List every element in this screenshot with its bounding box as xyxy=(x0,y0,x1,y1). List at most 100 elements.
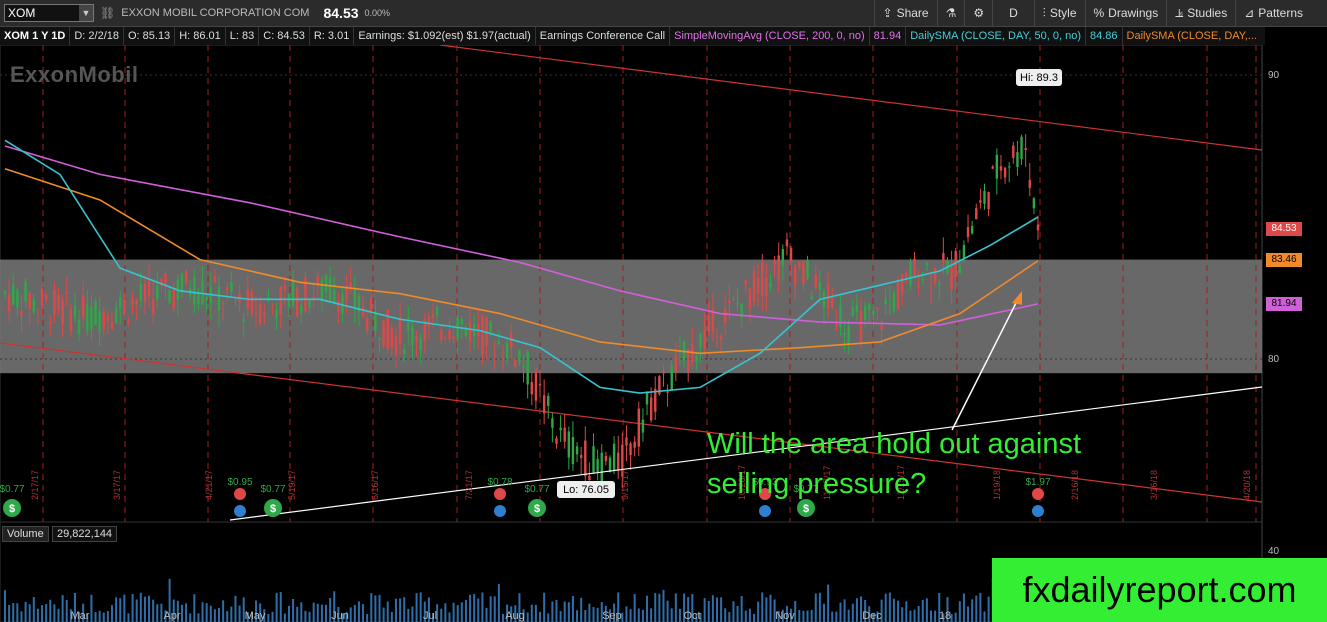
volume-bar xyxy=(501,613,504,622)
candle-body xyxy=(789,248,793,262)
studies-button[interactable]: ⫡ Studies xyxy=(1166,0,1235,26)
volume-bar xyxy=(580,597,583,622)
volume-bar xyxy=(703,598,706,622)
candle-body xyxy=(98,311,101,332)
volume-bar xyxy=(473,594,476,622)
volume-bar xyxy=(16,603,19,622)
candle-body xyxy=(843,333,846,336)
candle-body xyxy=(131,298,134,306)
candle-body xyxy=(20,311,23,317)
candle-icon: ⫶ xyxy=(1042,5,1046,20)
link-icon[interactable]: ⛓ xyxy=(100,6,115,20)
candle-body xyxy=(896,281,900,310)
candle-body xyxy=(49,322,52,325)
volume-bar xyxy=(32,596,35,622)
candle-body xyxy=(370,297,373,313)
share-button[interactable]: ⇪ Share xyxy=(873,0,937,26)
candle-body xyxy=(818,282,822,290)
volume-bar xyxy=(267,613,270,622)
volume-bar xyxy=(884,593,887,622)
volume-bar xyxy=(732,601,735,622)
candle-body xyxy=(810,296,813,300)
patterns-button[interactable]: ⊿ Patterns xyxy=(1235,0,1327,26)
candle-body xyxy=(86,304,89,332)
volume-bar xyxy=(374,595,377,622)
candle-body xyxy=(468,322,472,341)
volume-bar xyxy=(555,599,558,622)
candle-body xyxy=(567,431,571,458)
candle-body xyxy=(855,304,859,313)
candle-body xyxy=(205,297,208,301)
flask-button[interactable]: ⚗ xyxy=(936,0,965,26)
candle-body xyxy=(419,337,422,351)
volume-bar xyxy=(559,611,562,622)
volume-bar xyxy=(637,608,640,622)
candle-body xyxy=(1032,198,1036,209)
sma100-label[interactable]: DailySMA (CLOSE, DAY,... xyxy=(1123,27,1261,45)
aggregation-button[interactable]: D xyxy=(992,0,1034,26)
candle-body xyxy=(394,336,398,355)
candle-body xyxy=(123,299,126,315)
volume-bar xyxy=(497,583,500,622)
volume-label: Volume xyxy=(2,526,49,542)
candle-body xyxy=(839,305,842,328)
volume-bar xyxy=(674,593,677,622)
volume-bar xyxy=(551,601,554,622)
volume-bar xyxy=(49,599,52,622)
candle-body xyxy=(958,265,962,274)
candle-body xyxy=(328,277,332,300)
candle-body xyxy=(999,166,1003,171)
candle-body xyxy=(435,307,439,316)
candle-body xyxy=(773,260,776,264)
sma50-label[interactable]: DailySMA (CLOSE, DAY, 50, 0, no) xyxy=(906,27,1086,45)
drawings-button[interactable]: % Drawings xyxy=(1084,0,1167,26)
volume-bar xyxy=(975,595,978,622)
volume-bar xyxy=(958,601,961,622)
candle-body xyxy=(143,283,147,303)
last-price-tag: 84.53 xyxy=(1266,222,1302,236)
volume-bar xyxy=(399,598,402,622)
candle-body xyxy=(637,408,640,447)
volume-bar xyxy=(979,592,982,622)
sma200-label[interactable]: SimpleMovingAvg (CLOSE, 200, 0, no) xyxy=(670,27,870,45)
candle-body xyxy=(201,280,204,305)
style-button[interactable]: ⫶ Style xyxy=(1033,0,1085,26)
candle-body xyxy=(24,281,27,302)
info-range: R: 3.01 xyxy=(310,27,355,45)
chevron-down-icon[interactable]: ▼ xyxy=(79,5,93,21)
candle-body xyxy=(752,271,756,303)
volume-bar xyxy=(740,596,743,622)
candle-body xyxy=(1007,166,1011,168)
candle-body xyxy=(666,391,669,393)
earnings-call-icon xyxy=(234,488,246,500)
x-tick-label: Jun xyxy=(331,610,349,622)
volume-bar xyxy=(407,608,410,622)
volume-bar xyxy=(715,597,718,622)
candle-body xyxy=(547,395,550,406)
candle-body xyxy=(925,263,929,266)
candle-body xyxy=(929,286,933,288)
candle-body xyxy=(3,291,7,295)
symbol-input[interactable]: XOM ▼ xyxy=(4,4,94,22)
candle-body xyxy=(1020,136,1023,160)
candle-body xyxy=(625,437,628,446)
info-open: O: 85.13 xyxy=(124,27,176,45)
candle-body xyxy=(695,355,698,362)
candle-body xyxy=(1024,148,1027,151)
volume-bar xyxy=(678,608,681,622)
candle-body xyxy=(633,441,636,448)
volume-bar xyxy=(835,611,838,622)
candle-body xyxy=(114,308,118,324)
price-chart[interactable]: Hi: 89.3 Lo: 76.05 $ $0.77 $ $0.77 $ $0.77 $ $0.7… xyxy=(0,45,1327,622)
candle-body xyxy=(250,292,254,315)
candle-body xyxy=(674,356,678,372)
settings-button[interactable]: ⚙ xyxy=(964,0,992,26)
candle-body xyxy=(106,315,110,321)
exxonmobil-logo: ExxonMobil xyxy=(10,62,139,87)
candle-body xyxy=(699,332,702,348)
company-name: EXXON MOBIL CORPORATION COM xyxy=(121,7,310,19)
volume-bar xyxy=(967,606,970,622)
low-label: Lo: 76.05 xyxy=(563,484,609,496)
x-tick-label: Mar xyxy=(71,610,90,622)
volume-bar xyxy=(292,599,295,622)
